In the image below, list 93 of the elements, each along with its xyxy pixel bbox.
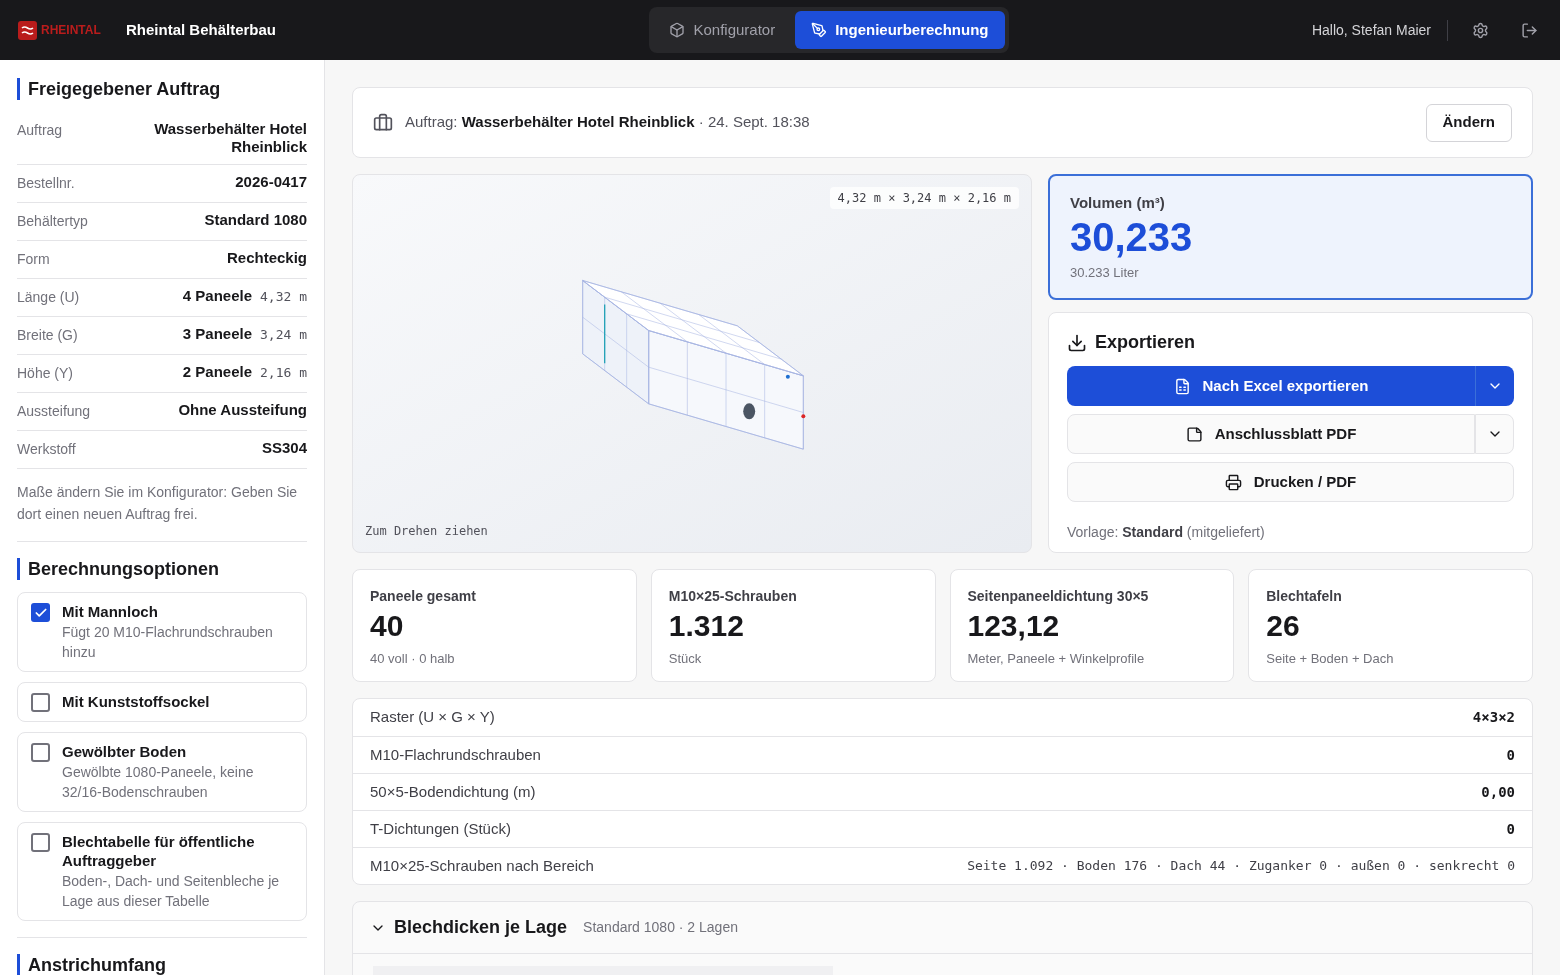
thickness-sub: Standard 1080 · 2 Lagen xyxy=(583,918,738,937)
option-card[interactable]: Blechtabelle für öffentliche Auftraggeber Boden-, Dach- und Seitenbleche je Lage aus dieser Tabelle xyxy=(17,822,307,921)
volume-label: Volumen (m³) xyxy=(1070,193,1166,213)
detail-label: Behältertyp xyxy=(17,212,88,231)
detail-label: Länge (U) xyxy=(17,288,80,307)
detail-measure: 4,32 m xyxy=(260,288,307,306)
volume-value: 30,233 xyxy=(1070,214,1194,259)
option-label: Blechtabelle für öffentliche Auftraggeber xyxy=(62,832,256,870)
option-label: Gewölbter Boden xyxy=(62,742,188,761)
option-hint: Gewölbte 1080-Paneele, keine 32/16-Bodenschrauben xyxy=(62,763,255,802)
detail-label: Auftrag xyxy=(17,121,63,140)
stat-label: Paneele gesamt xyxy=(370,587,477,606)
summary-value: 0,00 xyxy=(1481,782,1515,802)
detail-label: Bestellnr. xyxy=(17,174,75,193)
stat-sub: Stück xyxy=(668,650,703,668)
stat-value: 26 xyxy=(1266,608,1301,644)
order-title: Auftrag: Wasserbehälter Hotel Rheinblick · 24. Sept. 18:38 xyxy=(405,112,811,133)
detail-value: Ohne Aussteifung xyxy=(178,401,307,419)
volume-liters: 30.233 Liter xyxy=(1070,263,1140,282)
user-greeting: Hallo, Stefan Maier xyxy=(1311,19,1448,41)
export-icon xyxy=(1185,425,1203,443)
company-name: Rheintal Behälterbau xyxy=(126,19,277,40)
option-label: Mit Mannloch xyxy=(62,602,159,621)
change-button[interactable]: Ändern xyxy=(1425,103,1512,142)
detail-value: 4 Paneele xyxy=(182,287,253,305)
waves-logo-icon xyxy=(18,20,37,40)
detail-value: 3 Paneele xyxy=(182,325,253,343)
option-card[interactable]: Mit Mannloch Fügt 20 M10-Flachrundschrauben hinzu xyxy=(17,592,307,672)
export-icon xyxy=(1173,377,1191,395)
option-hint: Boden-, Dach- und Seitenbleche je Lage aus dieser Tabelle xyxy=(62,872,281,911)
option-checkbox[interactable] xyxy=(31,603,50,622)
option-label: Mit Kunststoffsockel xyxy=(62,692,210,711)
logout-icon[interactable] xyxy=(1521,21,1538,39)
stat-sub: 40 voll · 0 halb xyxy=(370,650,456,668)
summary-label: M10-Flachrundschrauben xyxy=(370,744,541,765)
download-icon xyxy=(1067,332,1087,353)
detail-label: Breite (G) xyxy=(17,326,78,345)
model-viewer[interactable]: 4,32 m × 3,24 m × 2,16 m Zum Drehen ziehen xyxy=(352,174,1032,553)
summary-value: 0 xyxy=(1506,819,1515,839)
detail-measure: 3,24 m xyxy=(260,326,307,344)
stat-value: 40 xyxy=(370,608,405,644)
settings-icon[interactable] xyxy=(1472,21,1489,39)
stat-label: M10×25-Schrauben xyxy=(668,587,798,606)
stat-sub: Meter, Paneele + Winkelprofile xyxy=(967,650,1146,668)
option-hint: Fügt 20 M10-Flachrundschrauben hinzu xyxy=(62,623,274,662)
option-checkbox[interactable] xyxy=(31,693,50,712)
mode-tab[interactable]: Konfigurator xyxy=(653,11,792,49)
detail-value: 2026-0417 xyxy=(235,173,307,191)
detail-value: Standard 1080 xyxy=(204,211,307,229)
section-title: Berechnungsoptionen xyxy=(17,558,307,580)
option-card[interactable]: Gewölbter Boden Gewölbte 1080-Paneele, keine 32/16-Bodenschrauben xyxy=(17,732,307,812)
export-button[interactable]: Nach Excel exportieren xyxy=(1067,366,1475,406)
detail-label: Aussteifung xyxy=(17,402,91,421)
stat-sub: Seite + Boden + Dach xyxy=(1266,650,1395,668)
export-button[interactable]: Anschlussblatt PDF xyxy=(1067,414,1475,454)
summary-value: Seite 1.092 · Boden 176 · Dach 44 · Zuganker 0 · außen 0 · senkrecht 0 xyxy=(967,857,1515,876)
stat-value: 123,12 xyxy=(967,608,1061,644)
summary-label: 50×5-Bodendichtung (m) xyxy=(370,781,536,802)
logo-text: RHEINTAL xyxy=(41,22,101,39)
export-icon xyxy=(1224,473,1242,491)
thickness-title: Blechdicken je Lage xyxy=(394,916,568,939)
sidebar-note: Maße ändern Sie im Konfigurator: Geben Sie dort einen neuen Auftrag frei. xyxy=(17,481,307,542)
detail-value: SS304 xyxy=(261,439,307,457)
dropdown-button[interactable] xyxy=(1475,366,1514,406)
stat-label: Blechtafeln xyxy=(1266,587,1343,606)
tab-icon xyxy=(811,22,828,38)
option-card[interactable]: Mit Kunststoffsockel xyxy=(17,682,307,722)
detail-value: Rechteckig xyxy=(226,249,307,267)
detail-label: Form xyxy=(17,250,50,269)
export-button[interactable]: Drucken / PDF xyxy=(1067,462,1514,502)
mode-tab[interactable]: Ingenieurberechnung xyxy=(795,11,1005,49)
summary-label: M10×25-Schrauben nach Bereich xyxy=(370,855,594,876)
dimensions-label: 4,32 m × 3,24 m × 2,16 m xyxy=(829,187,1019,209)
option-checkbox[interactable] xyxy=(31,833,50,852)
summary-label: Raster (U × G × Y) xyxy=(370,707,495,728)
detail-value: 2 Paneele xyxy=(182,363,253,381)
summary-value: 4×3×2 xyxy=(1472,708,1515,727)
summary-label: T-Dichtungen (Stück) xyxy=(370,818,511,839)
detail-value: Wasserbehälter Hotel Rheinblick xyxy=(153,120,307,156)
template-info: Vorlage: Standard (mitgeliefert) xyxy=(1067,523,1266,542)
option-checkbox[interactable] xyxy=(31,743,50,762)
rotate-hint: Zum Drehen ziehen xyxy=(365,523,488,540)
section-title: Freigegebener Auftrag xyxy=(17,78,307,100)
summary-value: 0 xyxy=(1506,745,1515,765)
detail-measure: 2,16 m xyxy=(260,364,307,382)
detail-label: Werkstoff xyxy=(17,440,76,459)
stat-label: Seitenpaneeldichtung 30×5 xyxy=(967,587,1150,606)
section-title: Anstrichumfang xyxy=(17,954,307,975)
briefcase-icon xyxy=(373,112,393,133)
stat-value: 1.312 xyxy=(668,608,745,644)
detail-label: Höhe (Y) xyxy=(17,364,74,383)
tab-icon xyxy=(669,22,686,38)
export-title: Exportieren xyxy=(1095,331,1196,354)
